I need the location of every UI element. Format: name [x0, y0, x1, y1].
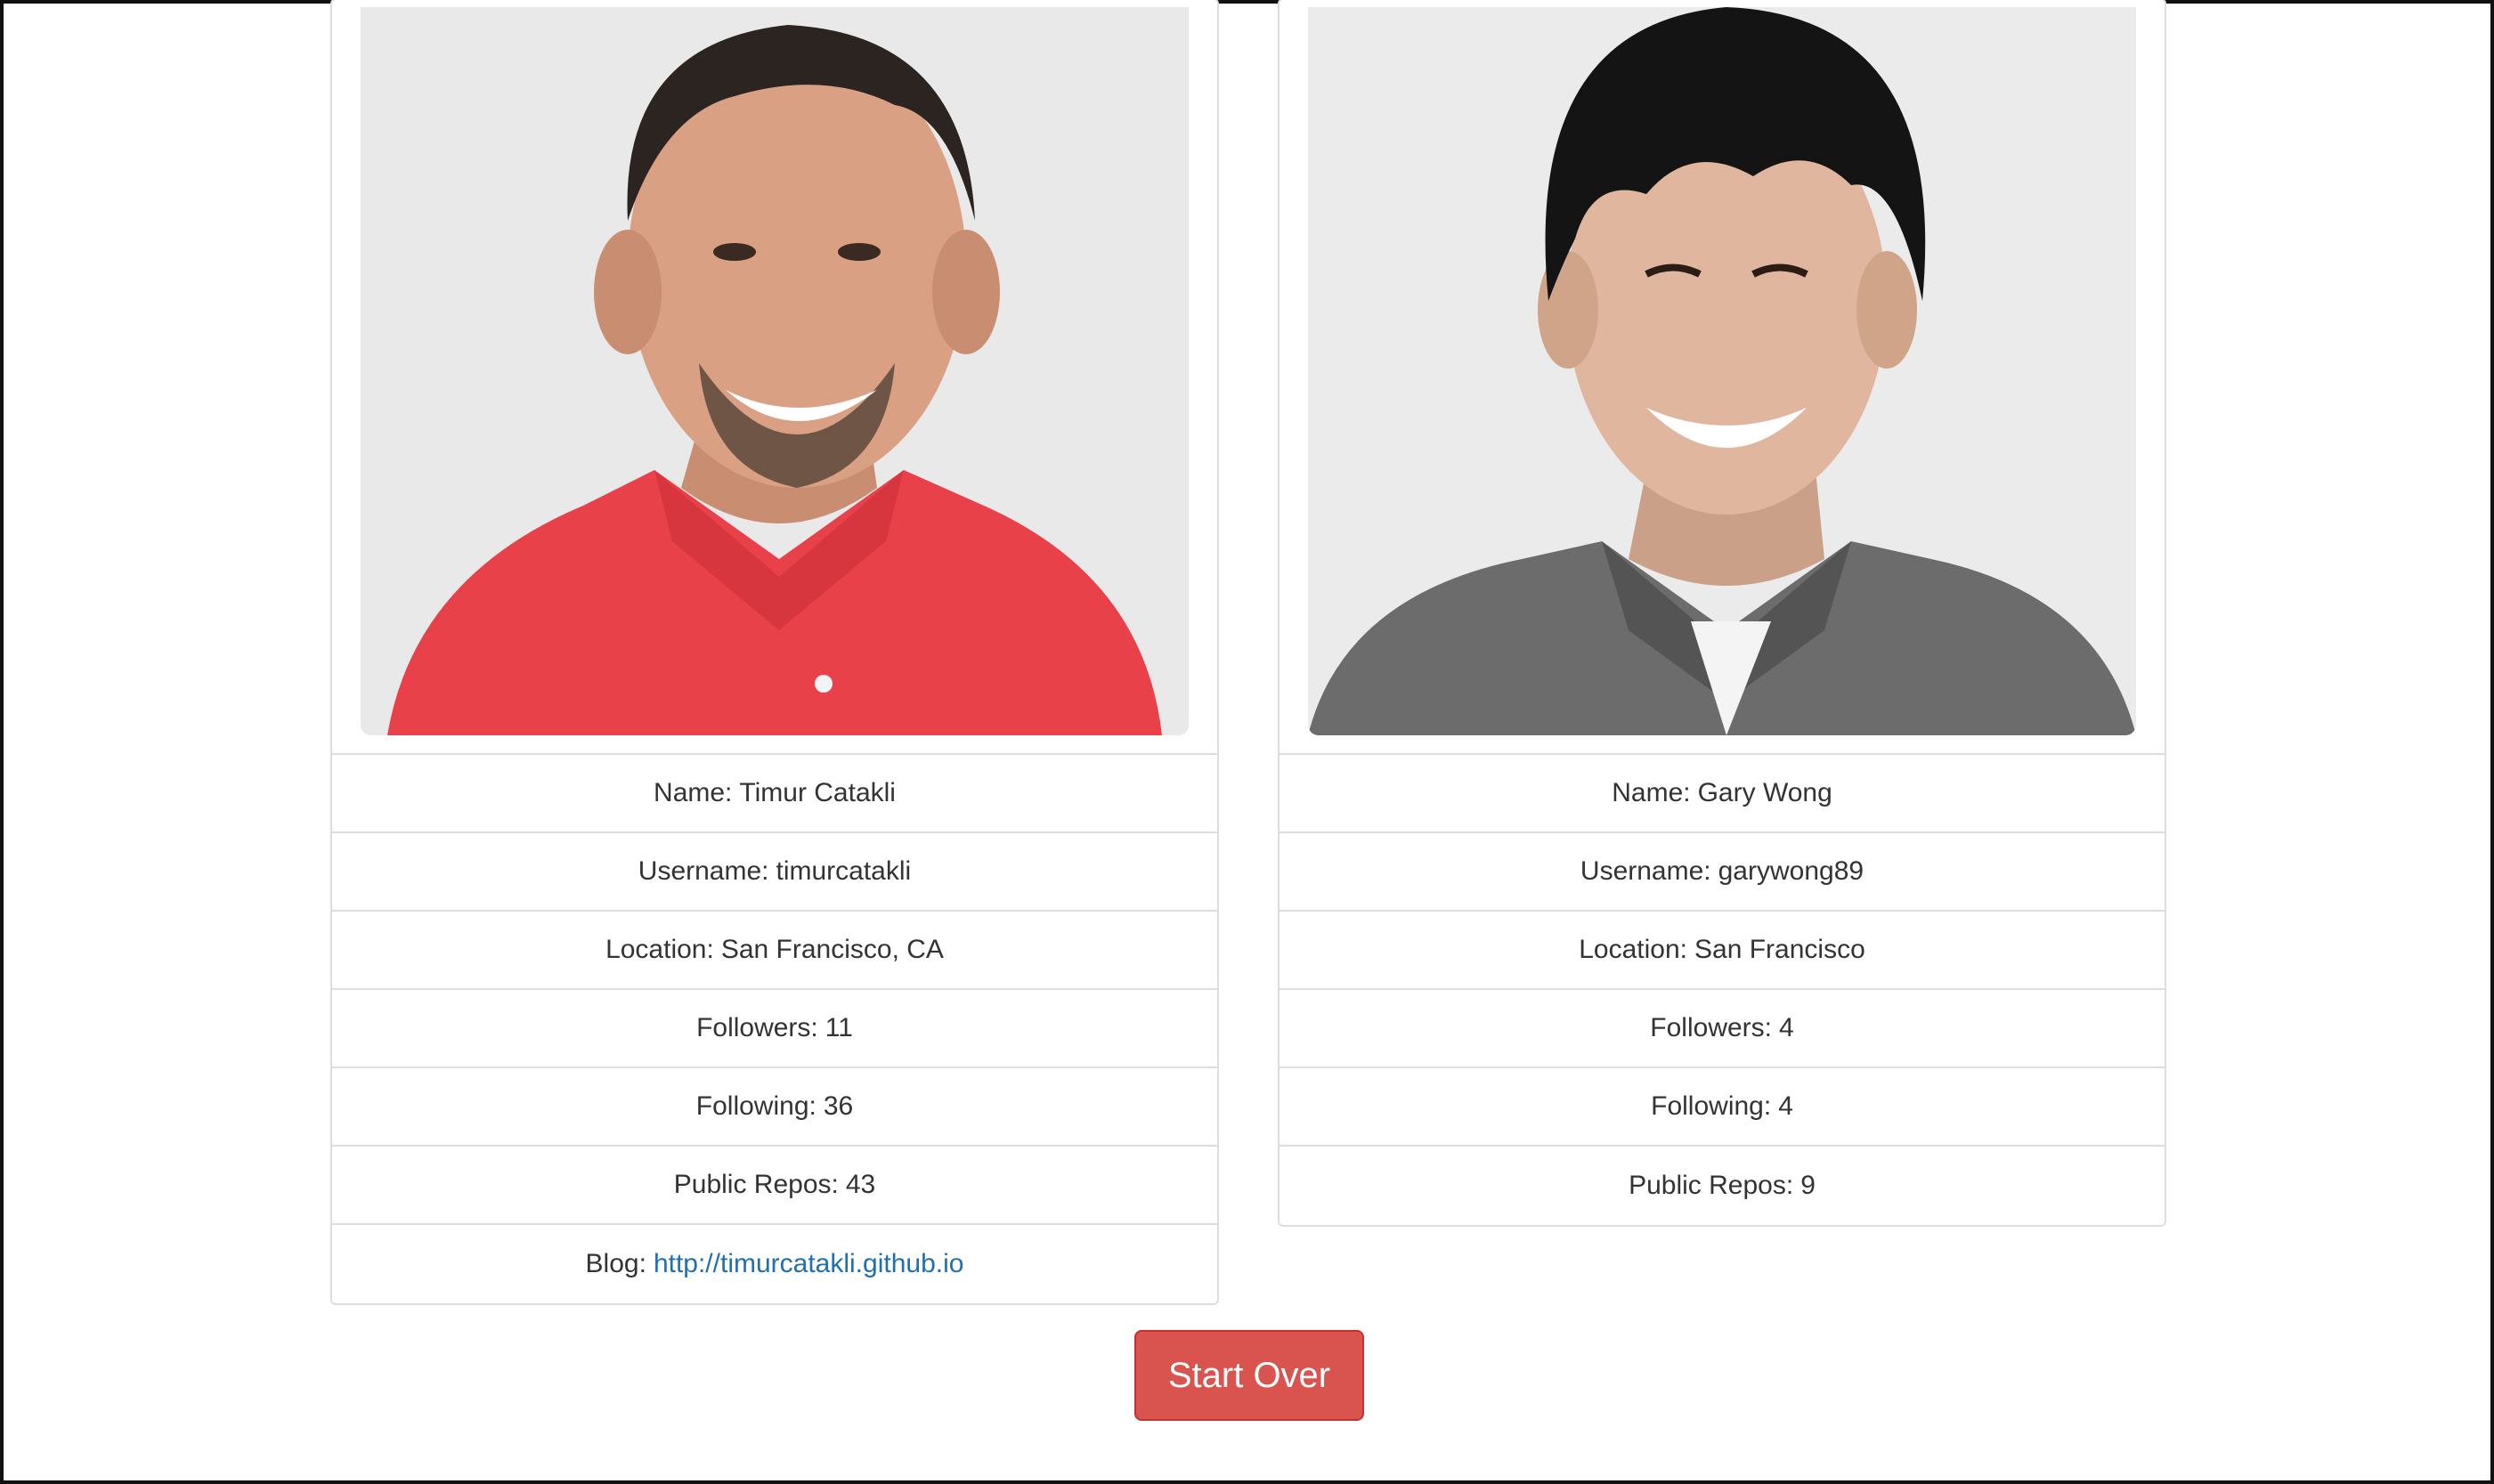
repos-value: 43	[845, 1170, 876, 1199]
profile-following-row: Following: 4	[1279, 1068, 2165, 1147]
profile-following-row: Following: 36	[332, 1068, 1217, 1147]
repos-value: 9	[1800, 1171, 1816, 1200]
profile-card-player-one: Name: Timur Catakli Username: timurcatak…	[330, 0, 1219, 1305]
following-label: Following:	[1651, 1091, 1772, 1121]
location-value: San Francisco	[1694, 935, 1865, 964]
repos-label: Public Repos:	[1629, 1171, 1794, 1200]
following-label: Following:	[695, 1091, 816, 1121]
profile-location-row: Location: San Francisco, CA	[332, 912, 1217, 990]
avatar-image	[1308, 7, 2136, 735]
profile-repos-row: Public Repos: 9	[1279, 1147, 2165, 1225]
followers-value: 11	[825, 1013, 853, 1042]
following-value: 4	[1778, 1091, 1793, 1121]
name-label: Name:	[654, 778, 733, 807]
followers-value: 4	[1779, 1013, 1794, 1042]
start-over-button[interactable]: Start Over	[1134, 1330, 1364, 1421]
username-label: Username:	[1580, 856, 1711, 886]
avatar-container	[332, 0, 1217, 755]
location-label: Location:	[605, 935, 714, 964]
location-value: San Francisco, CA	[720, 935, 944, 964]
followers-label: Followers:	[696, 1013, 818, 1042]
avatar-container	[1279, 0, 2165, 755]
profile-name-row: Name: Gary Wong	[1279, 755, 2165, 833]
profile-repos-row: Public Repos: 43	[332, 1147, 1217, 1225]
location-label: Location:	[1579, 935, 1687, 964]
following-value: 36	[823, 1091, 854, 1121]
name-value: Timur Catakli	[739, 778, 896, 807]
avatar	[361, 7, 1189, 735]
profile-name-row: Name: Timur Catakli	[332, 755, 1217, 833]
page-frame: Name: Timur Catakli Username: timurcatak…	[0, 0, 2494, 1484]
name-value: Gary Wong	[1697, 778, 1832, 807]
repos-label: Public Repos:	[673, 1170, 839, 1199]
profile-blog-row: Blog: http://timurcatakli.github.io	[332, 1225, 1217, 1303]
profile-username-row: Username: timurcatakli	[332, 833, 1217, 912]
profile-followers-row: Followers: 11	[332, 990, 1217, 1068]
username-value: timurcatakli	[776, 856, 912, 886]
profile-location-row: Location: San Francisco	[1279, 912, 2165, 990]
username-value: garywong89	[1718, 856, 1864, 886]
blog-label: Blog:	[585, 1249, 646, 1278]
profile-card-player-two: Name: Gary Wong Username: garywong89 Loc…	[1278, 0, 2166, 1227]
name-label: Name:	[1612, 778, 1691, 807]
blog-link[interactable]: http://timurcatakli.github.io	[654, 1249, 964, 1279]
avatar	[1308, 7, 2136, 735]
avatar-image	[361, 7, 1189, 735]
profile-followers-row: Followers: 4	[1279, 990, 2165, 1068]
followers-label: Followers:	[1650, 1013, 1772, 1042]
profile-username-row: Username: garywong89	[1279, 833, 2165, 912]
username-label: Username:	[638, 856, 769, 886]
